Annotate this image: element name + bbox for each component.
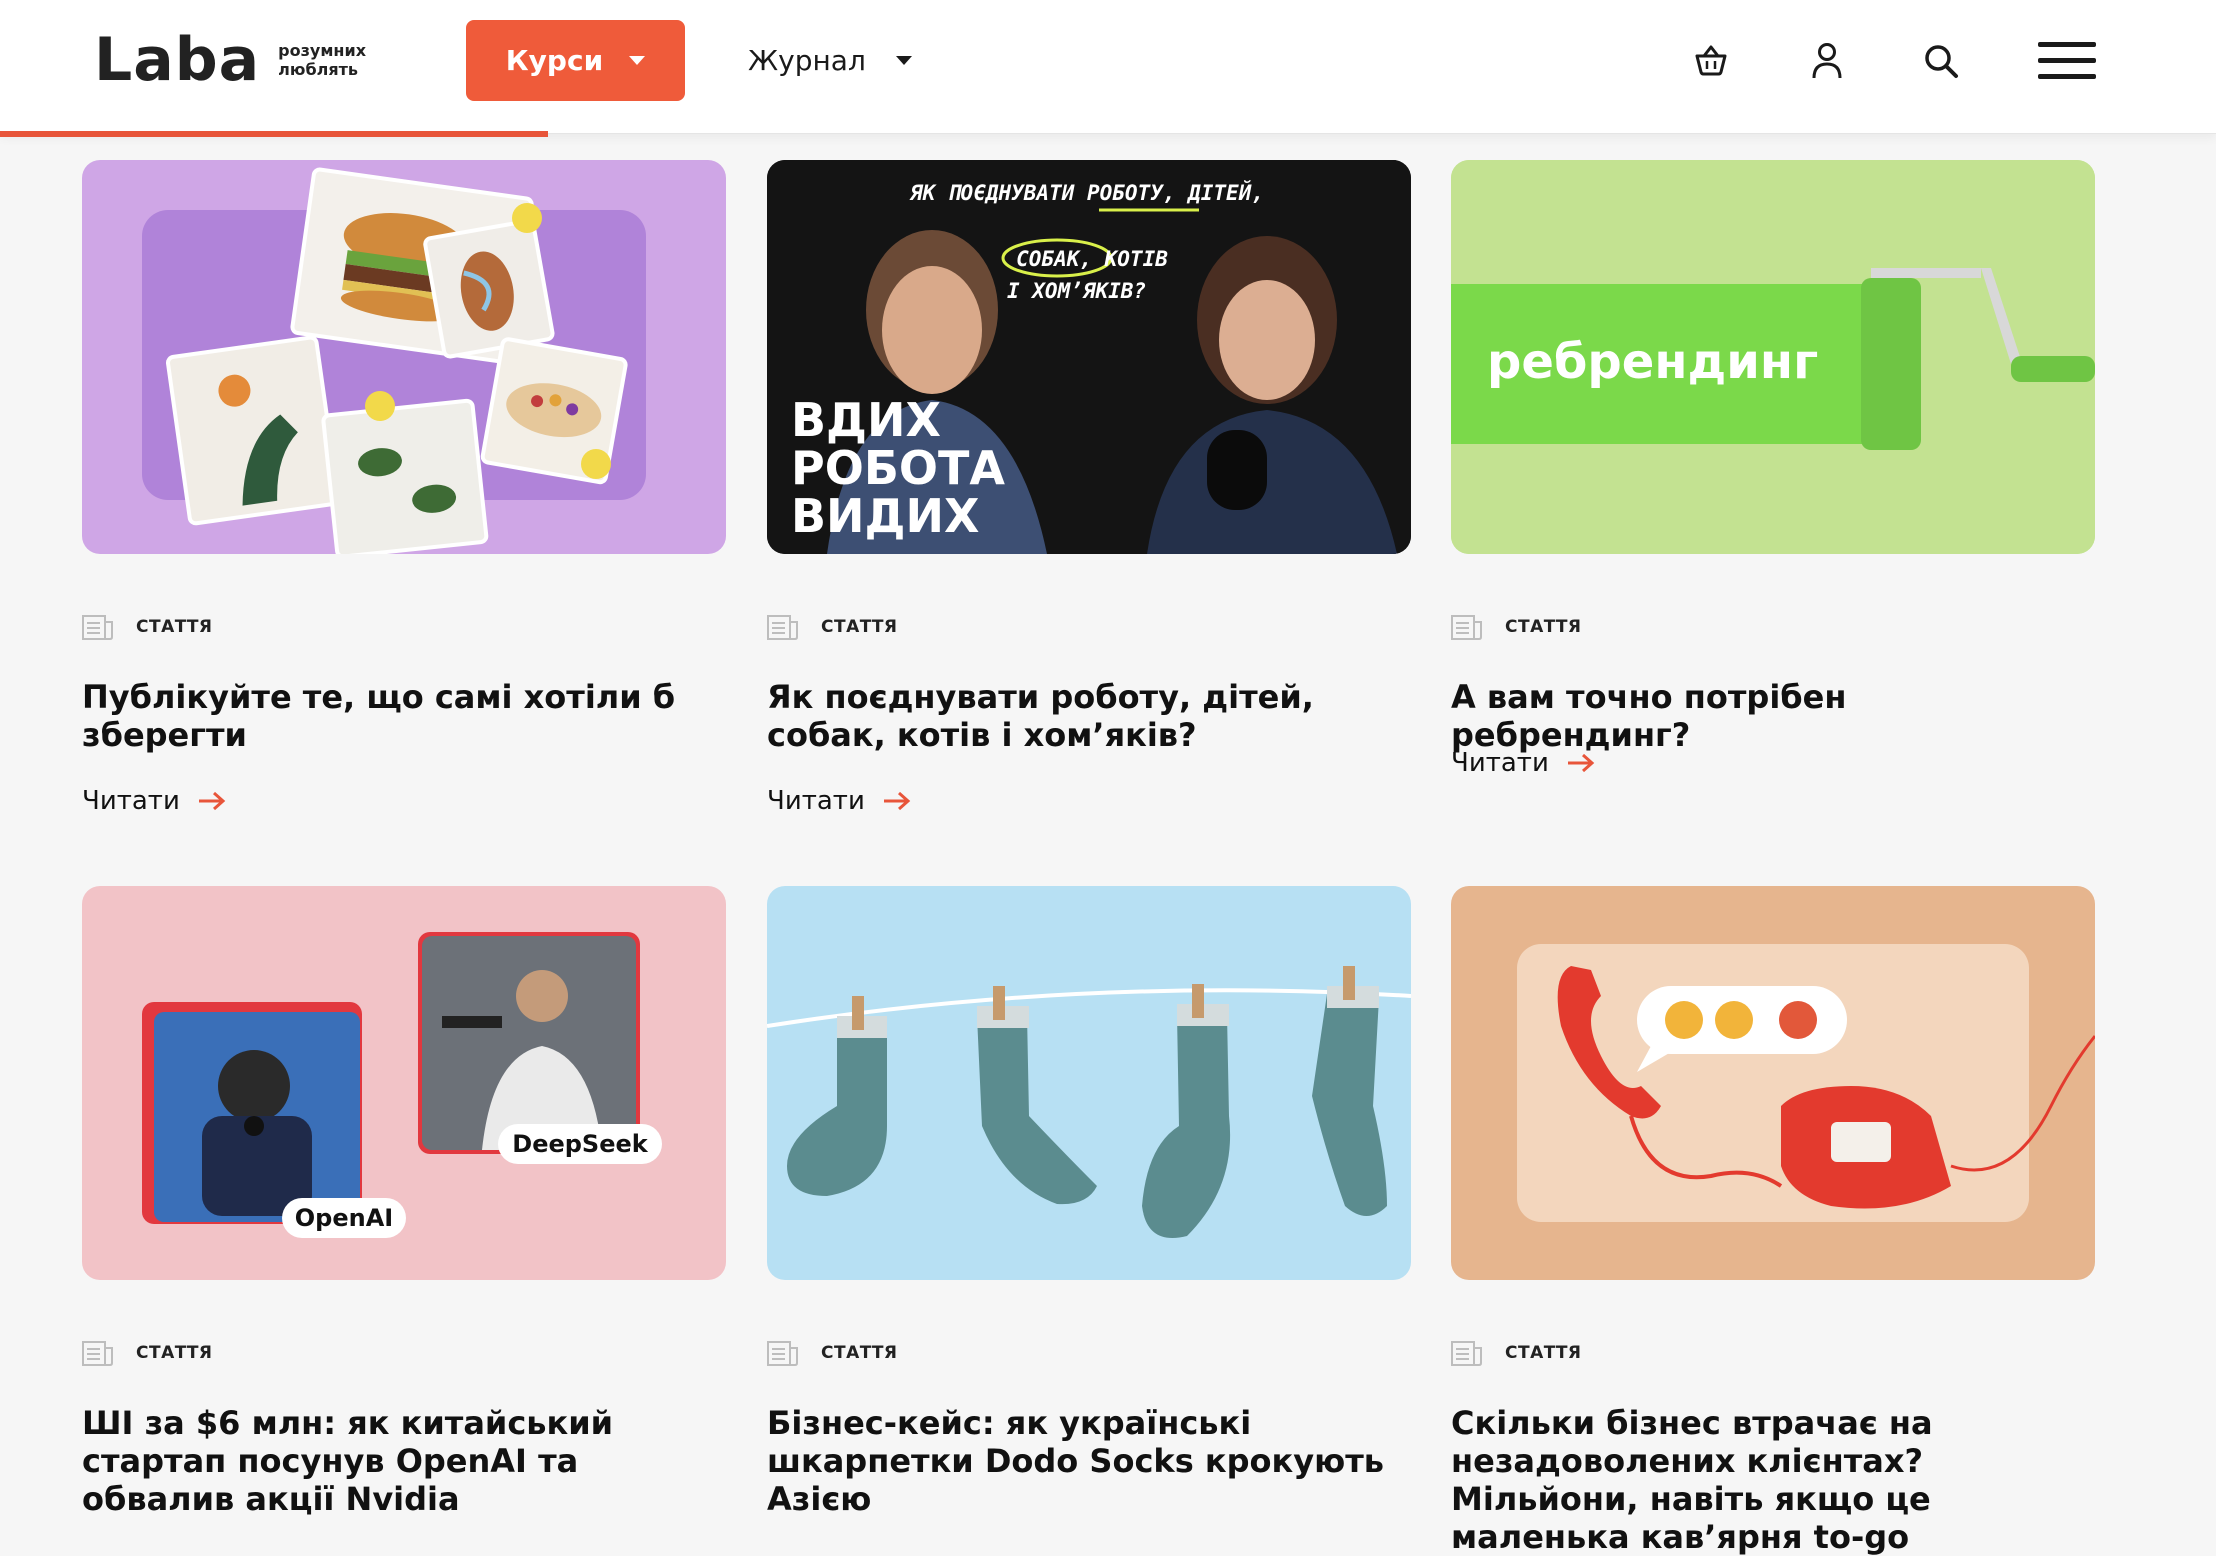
article-image[interactable]: ЯК ПОЄДНУВАТИ РОБОТУ, ДІТЕЙ, СОБАК, КОТІ… — [767, 160, 1411, 554]
article-meta: СТАТТЯ — [82, 1339, 213, 1367]
read-link-label: Читати — [82, 786, 180, 816]
article-icon — [767, 1341, 798, 1366]
article-icon — [1451, 1341, 1482, 1366]
image-headline: ЯК ПОЄДНУВАТИ РОБОТУ, ДІТЕЙ, — [909, 180, 1264, 205]
article-title[interactable]: Скільки бізнес втрачає на незадоволених … — [1451, 1404, 2091, 1556]
chevron-down-icon — [629, 56, 646, 65]
read-link[interactable]: Читати — [82, 786, 226, 816]
article-meta: СТАТТЯ — [1451, 1339, 1582, 1367]
arrow-right-icon — [1567, 753, 1595, 773]
illustration — [142, 167, 646, 554]
article-type-label: СТАТТЯ — [136, 617, 213, 637]
image-line3: І ХОМ’ЯКІВ? — [1007, 279, 1146, 303]
article-meta: СТАТТЯ — [767, 613, 898, 641]
menu-icon[interactable] — [2036, 38, 2098, 84]
article-title[interactable]: Бізнес-кейс: як українські шкарпетки Dod… — [767, 1404, 1407, 1518]
read-link[interactable]: Читати — [1451, 748, 1595, 778]
article-icon — [82, 1341, 113, 1366]
reading-progress-bar — [0, 131, 548, 137]
article-title[interactable]: ШІ за $6 млн: як китайський стартап посу… — [82, 1404, 722, 1518]
article-image[interactable] — [82, 160, 726, 554]
article-image[interactable] — [767, 886, 1411, 1280]
article-icon — [1451, 615, 1482, 640]
illustration — [767, 966, 1411, 1238]
image-tag-openai: OpenAI — [295, 1204, 393, 1232]
search-icon[interactable] — [1918, 38, 1964, 84]
chevron-down-icon — [895, 55, 912, 65]
article-image[interactable]: DeepSeek OpenAI — [82, 886, 726, 1280]
article-type-label: СТАТТЯ — [1505, 617, 1582, 637]
article-image[interactable] — [1451, 886, 2095, 1280]
read-link-label: Читати — [767, 786, 865, 816]
image-big-word-1: ВДИХ — [791, 393, 941, 447]
image-word: ребрендинг — [1487, 334, 1818, 390]
article-type-label: СТАТТЯ — [136, 1343, 213, 1363]
read-link[interactable]: Читати — [767, 786, 911, 816]
read-link-label: Читати — [1451, 748, 1549, 778]
article-title[interactable]: А вам точно потрібен ребрендинг? — [1451, 678, 2091, 754]
site-header: Laba розумних люблять Курси Журнал — [0, 0, 2216, 134]
journal-menu-label: Журнал — [748, 43, 866, 77]
article-type-label: СТАТТЯ — [821, 1343, 898, 1363]
illustration: ребрендинг — [1451, 160, 2095, 554]
article-title[interactable]: Як поєднувати роботу, дітей, собак, коті… — [767, 678, 1407, 754]
courses-button-label: Курси — [505, 44, 604, 77]
logo-wordmark: Laba — [94, 25, 261, 95]
article-meta: СТАТТЯ — [767, 1339, 898, 1367]
article-type-label: СТАТТЯ — [1505, 1343, 1582, 1363]
article-type-label: СТАТТЯ — [821, 617, 898, 637]
article-meta: СТАТТЯ — [1451, 613, 1582, 641]
illustration — [1517, 944, 2095, 1222]
basket-icon[interactable] — [1688, 38, 1734, 84]
arrow-right-icon — [883, 791, 911, 811]
illustration: ЯК ПОЄДНУВАТИ РОБОТУ, ДІТЕЙ, СОБАК, КОТІ… — [767, 160, 1411, 554]
courses-button[interactable]: Курси — [466, 20, 685, 101]
article-title[interactable]: Публікуйте те, що самі хотіли б зберегти — [82, 678, 722, 754]
user-icon[interactable] — [1804, 38, 1850, 84]
logo[interactable]: Laba розумних люблять — [94, 30, 366, 90]
image-big-word-3: ВИДИХ — [791, 489, 980, 543]
image-big-word-2: РОБОТА — [791, 441, 1005, 495]
illustration: DeepSeek OpenAI — [142, 932, 662, 1238]
journal-menu[interactable]: Журнал — [748, 40, 912, 80]
arrow-right-icon — [198, 791, 226, 811]
image-line2: СОБАК, КОТІВ — [1016, 247, 1168, 271]
article-icon — [82, 615, 113, 640]
image-tag-deepseek: DeepSeek — [512, 1130, 648, 1158]
article-image[interactable]: ребрендинг — [1451, 160, 2095, 554]
article-icon — [767, 615, 798, 640]
article-meta: СТАТТЯ — [82, 613, 213, 641]
logo-tagline: розумних люблять — [278, 41, 367, 79]
